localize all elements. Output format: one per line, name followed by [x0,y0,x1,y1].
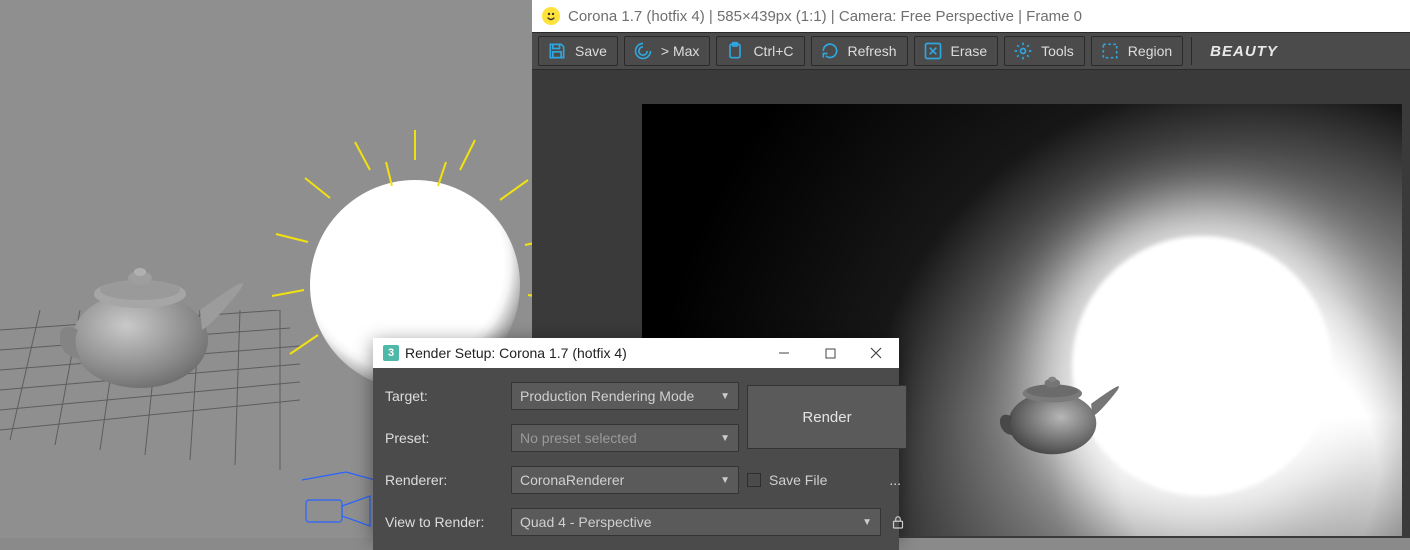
region-icon [1100,41,1120,61]
maximize-button[interactable] [807,338,853,368]
render-button-label: Render [802,409,851,426]
frame-buffer-toolbar: Save > Max Ctrl+C Refresh Erase Tools Re… [532,32,1410,70]
toolbar-divider [1191,37,1192,65]
tools-label: Tools [1039,43,1076,59]
target-label: Target: [385,388,503,404]
chevron-down-icon: ▼ [720,391,730,402]
dialog-title: Render Setup: Corona 1.7 (hotfix 4) [405,345,627,361]
tools-button[interactable]: Tools [1004,36,1085,66]
view-label: View to Render: [385,514,503,530]
smiley-icon [542,7,560,25]
frame-buffer-title: Corona 1.7 (hotfix 4) | 585×439px (1:1) … [568,8,1082,25]
copy-label: Ctrl+C [751,43,795,59]
swirl-icon [633,41,653,61]
lock-icon[interactable] [889,513,907,531]
erase-button[interactable]: Erase [914,36,999,66]
minimize-icon [778,347,790,359]
save-icon [547,41,567,61]
target-dropdown[interactable]: Production Rendering Mode ▼ [511,382,739,410]
preset-label: Preset: [385,430,503,446]
x-square-icon [923,41,943,61]
refresh-icon [820,41,840,61]
render-pass-label[interactable]: BEAUTY [1200,43,1288,60]
save-file-label: Save File [769,472,827,488]
render-button[interactable]: Render [747,385,907,449]
to-max-button[interactable]: > Max [624,36,711,66]
close-button[interactable] [853,338,899,368]
gear-icon [1013,41,1033,61]
close-icon [870,347,882,359]
save-label: Save [573,43,609,59]
clipboard-icon [725,41,745,61]
erase-label: Erase [949,43,990,59]
checkbox-icon [747,473,761,487]
dialog-titlebar[interactable]: 3 Render Setup: Corona 1.7 (hotfix 4) [373,338,899,368]
renderer-dropdown[interactable]: CoronaRenderer ▼ [511,466,739,494]
save-file-browse-button[interactable]: ... [889,472,907,488]
region-button[interactable]: Region [1091,36,1183,66]
frame-buffer-titlebar[interactable]: Corona 1.7 (hotfix 4) | 585×439px (1:1) … [532,0,1410,32]
save-button[interactable]: Save [538,36,618,66]
region-label: Region [1126,43,1174,59]
renderer-value: CoronaRenderer [520,472,624,488]
chevron-down-icon: ▼ [862,517,872,528]
preset-dropdown[interactable]: No preset selected ▼ [511,424,739,452]
maximize-icon [825,348,836,359]
app-icon: 3 [383,345,399,361]
teapot-model[interactable] [60,230,250,400]
renderer-label: Renderer: [385,472,503,488]
render-setup-dialog[interactable]: 3 Render Setup: Corona 1.7 (hotfix 4) Ta… [373,338,899,538]
copy-button[interactable]: Ctrl+C [716,36,804,66]
render-teapot [997,352,1127,462]
preset-value: No preset selected [520,430,637,446]
target-value: Production Rendering Mode [520,388,694,404]
refresh-label: Refresh [846,43,899,59]
refresh-button[interactable]: Refresh [811,36,908,66]
chevron-down-icon: ▼ [720,475,730,486]
minimize-button[interactable] [761,338,807,368]
view-value: Quad 4 - Perspective [520,514,652,530]
chevron-down-icon: ▼ [720,433,730,444]
save-file-checkbox[interactable]: Save File [747,472,827,488]
to-max-label: > Max [659,43,702,59]
dialog-body: Target: Production Rendering Mode ▼ Rend… [373,368,899,550]
view-dropdown[interactable]: Quad 4 - Perspective ▼ [511,508,881,536]
